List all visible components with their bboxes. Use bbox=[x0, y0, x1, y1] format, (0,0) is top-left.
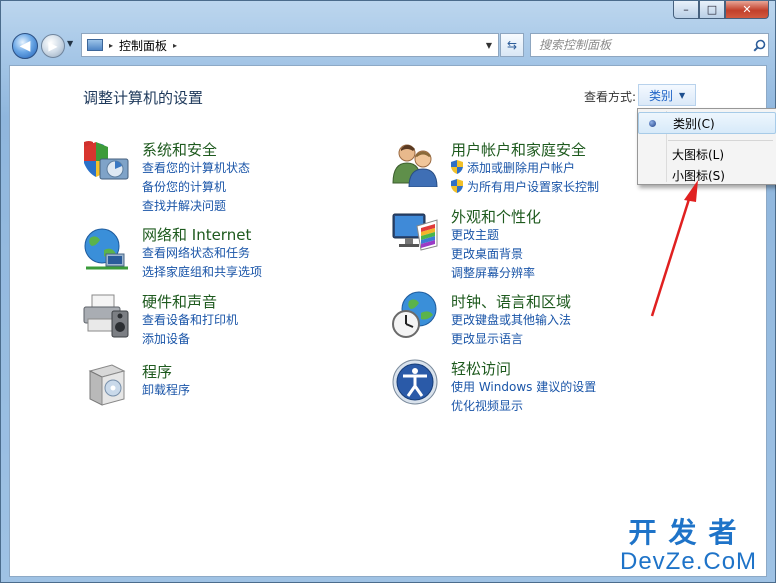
category-appearance: 外观和个性化 更改主题 更改桌面背景 调整屏幕分辨率 bbox=[391, 206, 691, 280]
ease-of-access-icon bbox=[392, 359, 438, 405]
category-title-ease-of-access[interactable]: 轻松访问 bbox=[451, 358, 511, 379]
forward-button[interactable]: ▶ bbox=[41, 34, 65, 58]
close-button[interactable]: ✕ bbox=[725, 1, 769, 19]
search-box[interactable] bbox=[530, 33, 769, 57]
link-change-background[interactable]: 更改桌面背景 bbox=[451, 245, 523, 262]
recent-pages-chevron-down-icon[interactable]: ▼ bbox=[67, 39, 73, 48]
link-change-input-method[interactable]: 更改键盘或其他输入法 bbox=[451, 311, 571, 328]
programs-box-icon bbox=[88, 364, 126, 406]
view-by-label: 查看方式: bbox=[584, 90, 637, 104]
link-check-computer-status[interactable]: 查看您的计算机状态 bbox=[142, 159, 250, 176]
category-title-network-internet[interactable]: 网络和 Internet bbox=[142, 224, 251, 245]
printer-icon bbox=[83, 294, 129, 338]
category-title-user-accounts[interactable]: 用户帐户和家庭安全 bbox=[451, 139, 586, 160]
category-title-programs[interactable]: 程序 bbox=[142, 361, 172, 382]
menu-item-label: 小图标(S) bbox=[672, 168, 725, 183]
caption-buttons: – □ ✕ bbox=[673, 1, 769, 19]
category-clock-language-region: 时钟、语言和区域 更改键盘或其他输入法 更改显示语言 bbox=[391, 291, 691, 346]
link-optimize-video[interactable]: 优化视频显示 bbox=[451, 397, 523, 414]
link-backup-computer[interactable]: 备份您的计算机 bbox=[142, 178, 226, 195]
category-system-security: 系统和安全 查看您的计算机状态 备份您的计算机 查找并解决问题 bbox=[82, 139, 362, 213]
category-hardware-sound: 硬件和声音 查看设备和打印机 添加设备 bbox=[82, 291, 362, 346]
menu-item-category[interactable]: 类别(C) bbox=[638, 112, 776, 134]
link-screen-resolution[interactable]: 调整屏幕分辨率 bbox=[451, 264, 535, 281]
link-uninstall-program[interactable]: 卸载程序 bbox=[142, 381, 190, 398]
link-devices-printers[interactable]: 查看设备和打印机 bbox=[142, 311, 238, 328]
search-input[interactable] bbox=[531, 37, 750, 53]
link-recommended-settings[interactable]: 使用 Windows 建议的设置 bbox=[451, 378, 596, 395]
view-by-dropdown[interactable]: 类别 ▼ bbox=[638, 84, 696, 106]
content-pane: 调整计算机的设置 查看方式: 类别 ▼ 系统和安全 查看您的计算机状态 备份您的… bbox=[9, 65, 776, 577]
watermark: 开发者 DevZe.CoM bbox=[620, 518, 757, 576]
category-ease-of-access: 轻松访问 使用 Windows 建议的设置 优化视频显示 bbox=[391, 358, 691, 413]
link-change-display-language[interactable]: 更改显示语言 bbox=[451, 330, 523, 347]
maximize-button[interactable]: □ bbox=[699, 1, 725, 19]
refresh-icon: ⇆ bbox=[506, 38, 518, 52]
link-troubleshoot[interactable]: 查找并解决问题 bbox=[142, 197, 226, 214]
uac-shield-icon bbox=[451, 179, 463, 193]
network-globe-icon bbox=[84, 228, 128, 270]
category-title-hardware-sound[interactable]: 硬件和声音 bbox=[142, 291, 217, 312]
control-panel-icon bbox=[87, 39, 103, 51]
search-icon[interactable] bbox=[750, 39, 768, 52]
window-frame: – □ ✕ ◀ ▶ ▼ ▸ 控制面板 ▸ ▼ ⇆ 调整计算机的 bbox=[0, 0, 776, 583]
menu-item-small-icons[interactable]: 小图标(S) bbox=[638, 164, 776, 186]
uac-shield-icon bbox=[451, 160, 463, 174]
minimize-button[interactable]: – bbox=[673, 1, 699, 19]
watermark-line2: DevZe.CoM bbox=[620, 548, 758, 575]
breadcrumb-separator-icon[interactable]: ▸ bbox=[109, 41, 113, 50]
address-bar[interactable]: ▸ 控制面板 ▸ ▼ bbox=[81, 33, 499, 57]
shield-icon bbox=[84, 141, 129, 180]
link-text: 为所有用户设置家长控制 bbox=[467, 180, 600, 194]
link-homegroup-sharing[interactable]: 选择家庭组和共享选项 bbox=[142, 263, 262, 280]
category-title-clock-language-region[interactable]: 时钟、语言和区域 bbox=[451, 291, 571, 312]
address-chevron-down-icon[interactable]: ▼ bbox=[480, 34, 498, 56]
link-add-remove-accounts[interactable]: 添加或删除用户帐户 bbox=[451, 159, 575, 176]
category-title-appearance[interactable]: 外观和个性化 bbox=[451, 206, 541, 227]
chevron-down-icon: ▼ bbox=[679, 90, 686, 100]
refresh-button[interactable]: ⇆ bbox=[500, 33, 524, 57]
clock-globe-icon bbox=[392, 291, 437, 338]
category-network-internet: 网络和 Internet 查看网络状态和任务 选择家庭组和共享选项 bbox=[82, 224, 362, 279]
link-change-theme[interactable]: 更改主题 bbox=[451, 226, 499, 243]
category-programs: 程序 卸载程序 bbox=[82, 361, 362, 409]
watermark-line1: 开发者 bbox=[628, 516, 749, 549]
link-text: 添加或删除用户帐户 bbox=[467, 161, 576, 175]
radio-selected-icon bbox=[649, 120, 656, 127]
back-button[interactable]: ◀ bbox=[12, 33, 38, 59]
link-add-device[interactable]: 添加设备 bbox=[142, 330, 190, 347]
monitor-palette-icon bbox=[392, 213, 438, 251]
menu-item-large-icons[interactable]: 大图标(L) bbox=[638, 143, 776, 165]
link-parental-controls[interactable]: 为所有用户设置家长控制 bbox=[451, 178, 599, 195]
view-by-menu: 类别(C) 大图标(L) 小图标(S) bbox=[637, 108, 776, 185]
breadcrumb-separator-icon[interactable]: ▸ bbox=[173, 41, 177, 50]
breadcrumb-control-panel[interactable]: 控制面板 bbox=[119, 37, 167, 54]
navigation-bar: ◀ ▶ ▼ ▸ 控制面板 ▸ ▼ ⇆ bbox=[9, 29, 769, 63]
menu-item-label: 大图标(L) bbox=[672, 147, 725, 162]
users-icon bbox=[392, 144, 438, 187]
view-by-selected: 类别 bbox=[649, 88, 674, 103]
page-title: 调整计算机的设置 bbox=[83, 89, 204, 107]
menu-item-label: 类别(C) bbox=[673, 116, 715, 131]
menu-separator bbox=[668, 140, 773, 141]
link-network-status[interactable]: 查看网络状态和任务 bbox=[142, 244, 250, 261]
category-title-system-security[interactable]: 系统和安全 bbox=[142, 139, 217, 160]
